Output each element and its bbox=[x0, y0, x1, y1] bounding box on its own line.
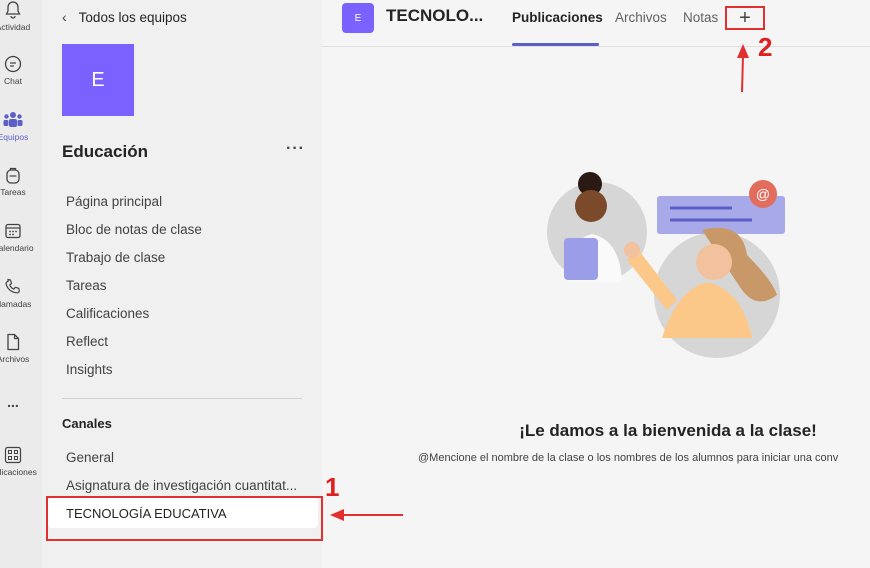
backpack-icon bbox=[6, 167, 20, 184]
nav-reflect[interactable]: Reflect bbox=[66, 334, 108, 349]
rail-files[interactable]: Archivos bbox=[0, 332, 34, 382]
app-rail: Actividad Chat Equipos Tareas Calendario… bbox=[0, 0, 42, 568]
bell-icon bbox=[5, 1, 21, 19]
rail-label: Equipos bbox=[0, 132, 29, 142]
annotation-arrow-left-icon bbox=[330, 509, 403, 521]
welcome-subtitle: @Mencione el nombre de la clase o los no… bbox=[418, 452, 839, 464]
nav-classwork[interactable]: Trabajo de clase bbox=[66, 250, 165, 265]
channel-quantitative-research[interactable]: Asignatura de investigación cuantitat... bbox=[66, 478, 297, 493]
channel-avatar: E bbox=[342, 3, 374, 33]
tab-files[interactable]: Archivos bbox=[615, 10, 667, 25]
calendar-icon bbox=[5, 223, 21, 239]
team-panel: ‹ Todos los equipos E Educación ··· Pági… bbox=[42, 0, 322, 568]
chat-icon bbox=[4, 55, 22, 73]
add-tab-button[interactable]: + bbox=[725, 6, 765, 30]
tab-notes[interactable]: Notas bbox=[683, 10, 718, 25]
welcome-title: ¡Le damos a la bienvenida a la clase! bbox=[519, 421, 817, 440]
rail-more[interactable]: ... bbox=[0, 392, 34, 442]
rail-label: Tareas bbox=[0, 187, 26, 197]
rail-label: Actividad bbox=[0, 22, 31, 32]
plus-icon: + bbox=[739, 6, 751, 29]
back-label: Todos los equipos bbox=[78, 9, 187, 25]
chevron-left-icon: ‹ bbox=[62, 9, 67, 25]
rail-label: Calendario bbox=[0, 243, 34, 253]
file-icon bbox=[7, 333, 20, 351]
divider bbox=[62, 398, 302, 399]
channel-title[interactable]: TECNOLO... bbox=[386, 6, 483, 26]
rail-teams[interactable]: Equipos bbox=[0, 110, 34, 160]
rail-label: Llamadas bbox=[0, 299, 32, 309]
annotation-number-2: 2 bbox=[758, 32, 773, 62]
more-options-icon[interactable]: ··· bbox=[286, 140, 305, 158]
annotation-highlight-channel bbox=[46, 496, 323, 541]
teams-icon bbox=[3, 112, 23, 127]
main-content: E TECNOLO... Publicaciones Archivos Nota… bbox=[322, 0, 870, 568]
rail-activity[interactable]: Actividad bbox=[0, 0, 34, 50]
tab-posts[interactable]: Publicaciones bbox=[512, 10, 603, 25]
channels-header: Canales bbox=[62, 416, 112, 431]
welcome-illustration: @ bbox=[547, 172, 785, 358]
annotation-arrow-up-icon bbox=[737, 44, 749, 93]
rail-calls[interactable]: Llamadas bbox=[0, 277, 34, 327]
team-avatar: E bbox=[62, 44, 134, 116]
rail-label: Archivos bbox=[0, 354, 30, 364]
nav-assignments[interactable]: Tareas bbox=[66, 278, 107, 293]
rail-calendar[interactable]: Calendario bbox=[0, 221, 34, 271]
back-to-all-teams[interactable]: ‹ Todos los equipos bbox=[62, 6, 187, 28]
active-tab-indicator bbox=[512, 43, 599, 46]
phone-icon bbox=[5, 278, 20, 294]
team-name: Educación bbox=[62, 142, 148, 161]
channel-general[interactable]: General bbox=[66, 450, 114, 465]
rail-assignments[interactable]: Tareas bbox=[0, 165, 34, 215]
annotation-number-1: 1 bbox=[325, 472, 340, 502]
rail-label: Aplicaciones bbox=[0, 467, 37, 477]
nav-home[interactable]: Página principal bbox=[66, 194, 162, 209]
rail-label: Chat bbox=[4, 76, 22, 86]
more-icon: ... bbox=[7, 394, 19, 410]
apps-grid-icon bbox=[4, 446, 22, 464]
svg-text:@: @ bbox=[756, 186, 770, 202]
nav-grades[interactable]: Calificaciones bbox=[66, 306, 149, 321]
rail-apps[interactable]: Aplicaciones bbox=[0, 445, 37, 495]
rail-chat[interactable]: Chat bbox=[0, 54, 34, 104]
nav-class-notebook[interactable]: Bloc de notas de clase bbox=[66, 222, 202, 237]
nav-insights[interactable]: Insights bbox=[66, 362, 113, 377]
channel-header: E TECNOLO... Publicaciones Archivos Nota… bbox=[322, 0, 870, 47]
